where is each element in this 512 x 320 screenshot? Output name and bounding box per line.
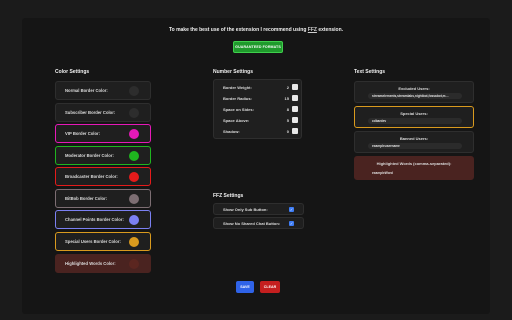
number-setting-value[interactable]: 5 <box>287 118 289 123</box>
color-setting-label: Moderator Border Color: <box>65 153 114 158</box>
ffz-setting-checkbox[interactable]: ✓ <box>289 221 294 226</box>
number-setting-label: Space Above: <box>223 117 250 123</box>
ffz-setting-label: Show Only Sub Button: <box>223 207 268 212</box>
color-setting-label: Highlighted Words Color: <box>65 261 116 266</box>
text-setting-card: Highlighted Words (comma-separated): exam… <box>354 156 474 180</box>
color-setting-label: VIP Border Color: <box>65 131 101 136</box>
color-swatch[interactable] <box>129 107 139 118</box>
ffz-setting-row: Show No Shared Chat Button: ✓ <box>213 217 304 229</box>
color-setting-row: Subscriber Border Color: <box>55 103 151 122</box>
color-setting-row: VIP Border Color: <box>55 124 151 143</box>
text-setting-input[interactable]: exampleusername <box>368 143 462 149</box>
color-setting-row: BitBob Border Color: <box>55 189 151 208</box>
number-setting-row: Space on Sides: 8 <box>223 105 298 113</box>
number-setting-label: Border Weight: <box>223 84 252 90</box>
number-settings-box: Border Weight: 2 Border Radius: 15 Space on … <box>213 79 302 139</box>
number-setting-value[interactable]: 0 <box>287 129 289 134</box>
number-setting-row: Border Weight: 2 <box>223 83 298 91</box>
number-setting-label: Border Radius: <box>223 95 252 101</box>
color-swatch[interactable] <box>129 193 139 204</box>
text-setting-card: Excluded Users: streamelements,streamlabs… <box>354 81 474 103</box>
number-setting-checkbox[interactable] <box>292 128 298 134</box>
color-setting-row: Channel Points Border Color: <box>55 210 151 229</box>
color-swatch[interactable] <box>129 258 139 269</box>
color-setting-label: Channel Points Border Color: <box>65 217 124 222</box>
number-setting-value[interactable]: 2 <box>287 85 289 90</box>
number-setting-checkbox[interactable] <box>292 106 298 112</box>
save-button[interactable]: SAVE <box>236 281 254 293</box>
note-text: To make the best use of the extension I … <box>168 27 307 33</box>
ffz-recommendation-note: To make the best use of the extension I … <box>0 27 512 33</box>
text-settings-title: Text Settings <box>354 69 386 75</box>
number-setting-value[interactable]: 15 <box>285 96 289 101</box>
number-settings-title: Number Settings <box>213 69 254 75</box>
color-setting-row: Special Users Border Color: <box>55 232 151 251</box>
number-setting-label: Shadow: <box>223 128 240 134</box>
number-setting-row: Border Radius: 15 <box>223 94 298 102</box>
number-setting-checkbox[interactable] <box>292 95 298 101</box>
number-setting-value[interactable]: 8 <box>287 107 289 112</box>
color-swatch[interactable] <box>129 150 139 161</box>
ffz-setting-row: Show Only Sub Button: ✓ <box>213 203 304 215</box>
text-setting-label: Banned Users: <box>399 136 429 141</box>
text-setting-card: Special Users: cdbardev <box>354 106 474 128</box>
color-setting-row: Normal Border Color: <box>55 81 151 100</box>
color-settings-title: Color Settings <box>55 69 90 75</box>
text-setting-input[interactable]: exampleWord <box>368 170 462 176</box>
text-setting-label: Special Users: <box>400 111 428 116</box>
text-setting-card: Banned Users: exampleusername <box>354 131 474 153</box>
guaranteed-formats-button[interactable]: GUARANTEED FORMATS <box>233 41 283 53</box>
color-setting-label: Special Users Border Color: <box>65 239 121 244</box>
ffz-setting-checkbox[interactable]: ✓ <box>289 207 294 212</box>
color-swatch[interactable] <box>129 85 139 96</box>
ffz-settings-title: FFZ Settings <box>213 193 244 199</box>
number-setting-row: Space Above: 5 <box>223 116 298 124</box>
color-setting-row: Moderator Border Color: <box>55 146 151 165</box>
text-setting-label: Highlighted Words (comma-separated): <box>376 161 452 166</box>
number-setting-label: Space on Sides: <box>223 106 254 112</box>
color-swatch[interactable] <box>129 236 139 247</box>
text-setting-input[interactable]: streamelements,streamlabs,nightbot,fossa… <box>368 93 462 99</box>
text-setting-label: Excluded Users: <box>398 86 430 91</box>
note-suffix: extension. <box>318 27 344 33</box>
ffz-settings-box: Show Only Sub Button: ✓ Show No Shared Cha… <box>213 203 304 229</box>
color-swatch[interactable] <box>129 214 139 225</box>
clear-button[interactable]: CLEAR <box>260 281 280 293</box>
color-setting-row: Broadcaster Border Color: <box>55 167 151 186</box>
number-setting-row: Shadow: 0 <box>223 127 298 135</box>
number-setting-checkbox[interactable] <box>292 84 298 90</box>
color-setting-label: BitBob Border Color: <box>65 196 108 201</box>
color-setting-label: Normal Border Color: <box>65 88 108 93</box>
color-swatch[interactable] <box>129 171 139 182</box>
color-setting-label: Subscriber Border Color: <box>65 110 116 115</box>
color-setting-row: Highlighted Words Color: <box>55 254 151 273</box>
color-setting-label: Broadcaster Border Color: <box>65 174 118 179</box>
number-setting-checkbox[interactable] <box>292 117 298 123</box>
text-setting-input[interactable]: cdbardev <box>368 118 462 124</box>
ffz-setting-label: Show No Shared Chat Button: <box>223 221 281 226</box>
ffz-link[interactable]: FFZ <box>308 27 317 33</box>
color-swatch[interactable] <box>129 128 139 139</box>
